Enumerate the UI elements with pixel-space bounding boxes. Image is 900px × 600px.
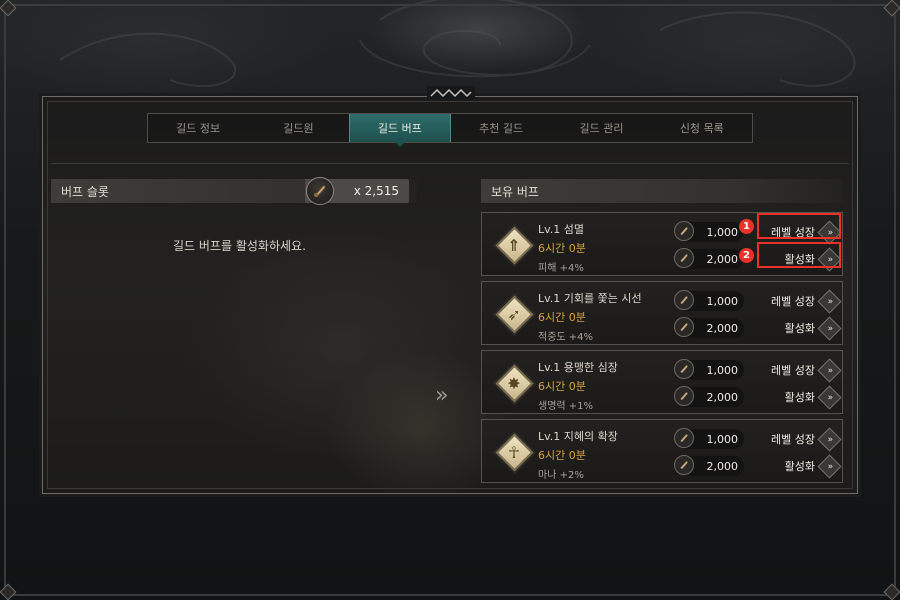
scroll-icon xyxy=(674,386,694,406)
buff-card: ➶ Lv.1 기회를 쫓는 시선 6시간 0분 적중도 +4% 1,000 2,… xyxy=(481,281,843,345)
double-chevron-right-icon: » xyxy=(817,219,842,245)
level-up-button[interactable]: 레벨 성장» xyxy=(762,288,842,314)
activate-button[interactable]: 활성화» xyxy=(762,246,842,272)
scroll-icon xyxy=(674,359,694,379)
level-up-button[interactable]: 레벨 성장» xyxy=(762,357,842,383)
buff-duration: 6시간 0분 xyxy=(538,242,586,255)
double-chevron-right-icon: » xyxy=(817,246,842,272)
buff-slot-title: 버프 슬롯 xyxy=(61,184,109,199)
double-chevron-right-icon: » xyxy=(435,383,449,408)
scroll-icon xyxy=(674,455,694,475)
double-chevron-right-icon: » xyxy=(817,426,842,452)
double-chevron-right-icon: » xyxy=(817,315,842,341)
empty-slot-message: 길드 버프를 활성화하세요. xyxy=(173,239,306,253)
tab-guild-management[interactable]: 길드 관리 xyxy=(551,114,651,142)
star-burst-icon: ✸ xyxy=(494,363,534,403)
buff-effect: 피해 +4% xyxy=(538,263,584,274)
activate-button[interactable]: 활성화» xyxy=(762,315,842,341)
scroll-icon xyxy=(674,221,694,241)
tab-recommended-guilds[interactable]: 추천 길드 xyxy=(451,114,551,142)
double-chevron-right-icon: » xyxy=(817,357,842,383)
tab-application-list[interactable]: 신청 목록 xyxy=(652,114,752,142)
activate-button[interactable]: 활성화» xyxy=(762,453,842,479)
buff-name: Lv.1 지혜의 확장 xyxy=(538,430,618,443)
bow-icon: ➶ xyxy=(494,294,534,334)
activate-cost: 2,000 xyxy=(674,317,744,338)
buff-effect: 적중도 +4% xyxy=(538,332,594,343)
scroll-icon xyxy=(674,248,694,268)
scroll-icon xyxy=(674,317,694,337)
buff-card: ⇑ Lv.1 섬멸 6시간 0분 피해 +4% 1,000 2,000 레벨 성… xyxy=(481,212,843,276)
tab-guild-info[interactable]: 길드 정보 xyxy=(148,114,248,142)
level-up-button[interactable]: 레벨 성장» xyxy=(762,219,842,245)
guild-window: 길드 정보 길드원 길드 버프 추천 길드 길드 관리 신청 목록 버프 슬롯 … xyxy=(39,93,861,497)
buff-name: Lv.1 용맹한 심장 xyxy=(538,361,618,374)
buff-name: Lv.1 섬멸 xyxy=(538,223,585,236)
owned-buff-header: 보유 버프 xyxy=(481,179,843,203)
upgrade-cost: 1,000 xyxy=(674,290,744,311)
level-up-button[interactable]: 레벨 성장» xyxy=(762,426,842,452)
annotation-badge: 1 xyxy=(739,219,754,234)
divider xyxy=(51,163,849,164)
upgrade-cost: 1,000 xyxy=(674,359,744,380)
scroll-icon xyxy=(674,290,694,310)
annotation-badge: 2 xyxy=(739,248,754,263)
buff-name: Lv.1 기회를 쫓는 시선 xyxy=(538,292,642,305)
activate-cost: 2,000 xyxy=(674,455,744,476)
ankh-icon: ☥ xyxy=(494,432,534,472)
buff-slot-header: 버프 슬롯 x 2,515 xyxy=(51,177,417,205)
upgrade-cost: 1,000 xyxy=(674,221,744,242)
owned-buff-list: ⇑ Lv.1 섬멸 6시간 0분 피해 +4% 1,000 2,000 레벨 성… xyxy=(481,211,843,493)
owned-buff-title: 보유 버프 xyxy=(491,184,539,199)
scroll-icon xyxy=(674,428,694,448)
background-swirl-ornament xyxy=(59,0,856,88)
upgrade-cost: 1,000 xyxy=(674,428,744,449)
double-chevron-right-icon: » xyxy=(817,453,842,479)
activate-cost: 2,000 xyxy=(674,386,744,407)
buff-card: ✸ Lv.1 용맹한 심장 6시간 0분 생명력 +1% 1,000 2,000… xyxy=(481,350,843,414)
buff-card: ☥ Lv.1 지혜의 확장 6시간 0분 마나 +2% 1,000 2,000 … xyxy=(481,419,843,483)
buff-effect: 생명력 +1% xyxy=(538,401,594,412)
tab-guild-members[interactable]: 길드원 xyxy=(248,114,348,142)
buff-effect: 마나 +2% xyxy=(538,470,584,481)
scroll-icon xyxy=(306,177,334,205)
double-chevron-right-icon: » xyxy=(817,288,842,314)
buff-duration: 6시간 0분 xyxy=(538,311,586,324)
buff-duration: 6시간 0분 xyxy=(538,449,586,462)
activate-cost: 2,000 xyxy=(674,248,744,269)
frame-top-ornament xyxy=(427,86,475,100)
guild-tab-bar: 길드 정보 길드원 길드 버프 추천 길드 길드 관리 신청 목록 xyxy=(147,113,753,147)
activate-button[interactable]: 활성화» xyxy=(762,384,842,410)
buff-duration: 6시간 0분 xyxy=(538,380,586,393)
arrow-up-icon: ⇑ xyxy=(494,225,534,265)
double-chevron-right-icon: » xyxy=(817,384,842,410)
tab-guild-buff[interactable]: 길드 버프 xyxy=(348,114,451,147)
